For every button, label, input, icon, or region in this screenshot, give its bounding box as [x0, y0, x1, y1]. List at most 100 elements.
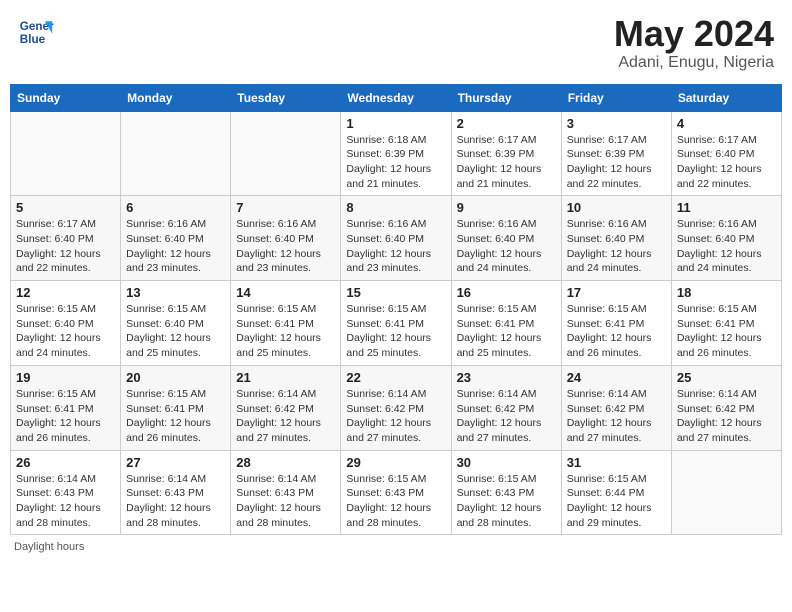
- table-row: [671, 450, 781, 535]
- table-row: 29Sunrise: 6:15 AM Sunset: 6:43 PM Dayli…: [341, 450, 451, 535]
- day-info: Sunrise: 6:17 AM Sunset: 6:40 PM Dayligh…: [677, 133, 776, 192]
- day-number: 15: [346, 285, 445, 300]
- table-row: 15 Sunrise: 6:15 AM Sunset: 6:41 PM Dayli…: [341, 281, 451, 366]
- day-info: Sunrise: 6:14 AM Sunset: 6:42 PM Dayligh…: [346, 387, 445, 446]
- day-number: 13: [126, 285, 225, 300]
- day-number: 16: [457, 285, 556, 300]
- calendar-week-row: 1 Sunrise: 6:18 AM Sunset: 6:39 PM Daylig…: [11, 111, 782, 196]
- table-row: [11, 111, 121, 196]
- table-row: 5 Sunrise: 6:17 AM Sunset: 6:40 PM Daylig…: [11, 196, 121, 281]
- table-row: 11Sunrise: 6:16 AM Sunset: 6:40 PM Dayli…: [671, 196, 781, 281]
- col-monday: Monday: [121, 84, 231, 111]
- day-number: 9: [457, 200, 556, 215]
- day-info: Sunrise: 6:14 AM Sunset: 6:43 PM Dayligh…: [236, 472, 335, 531]
- day-info: Sunrise: 6:14 AM Sunset: 6:42 PM Dayligh…: [677, 387, 776, 446]
- table-row: 1 Sunrise: 6:18 AM Sunset: 6:39 PM Daylig…: [341, 111, 451, 196]
- day-info: Sunrise: 6:17 AM Sunset: 6:39 PM Dayligh…: [567, 133, 666, 192]
- table-row: 18Sunrise: 6:15 AM Sunset: 6:41 PM Dayli…: [671, 281, 781, 366]
- col-wednesday: Wednesday: [341, 84, 451, 111]
- day-number: 24: [567, 370, 666, 385]
- table-row: 10 Sunrise: 6:16 AM Sunset: 6:40 PM Dayli…: [561, 196, 671, 281]
- day-number: 11: [677, 200, 776, 215]
- svg-text:Blue: Blue: [20, 33, 46, 46]
- day-number: 5: [16, 200, 115, 215]
- table-row: 3 Sunrise: 6:17 AM Sunset: 6:39 PM Daylig…: [561, 111, 671, 196]
- table-row: 7 Sunrise: 6:16 AM Sunset: 6:40 PM Daylig…: [231, 196, 341, 281]
- day-number: 4: [677, 116, 776, 131]
- day-info: Sunrise: 6:15 AM Sunset: 6:40 PM Dayligh…: [126, 302, 225, 361]
- table-row: 30Sunrise: 6:15 AM Sunset: 6:43 PM Dayli…: [451, 450, 561, 535]
- day-number: 28: [236, 455, 335, 470]
- table-row: 14 Sunrise: 6:15 AM Sunset: 6:41 PM Dayli…: [231, 281, 341, 366]
- day-number: 19: [16, 370, 115, 385]
- table-row: 16 Sunrise: 6:15 AM Sunset: 6:41 PM Dayli…: [451, 281, 561, 366]
- day-number: 30: [457, 455, 556, 470]
- day-info: Sunrise: 6:16 AM Sunset: 6:40 PM Dayligh…: [236, 217, 335, 276]
- header-row: Sunday Monday Tuesday Wednesday Thursday…: [11, 84, 782, 111]
- table-row: 26 Sunrise: 6:14 AM Sunset: 6:43 PM Dayli…: [11, 450, 121, 535]
- day-number: 21: [236, 370, 335, 385]
- day-number: 23: [457, 370, 556, 385]
- table-row: 22 Sunrise: 6:14 AM Sunset: 6:42 PM Dayli…: [341, 365, 451, 450]
- table-row: 28 Sunrise: 6:14 AM Sunset: 6:43 PM Dayli…: [231, 450, 341, 535]
- day-info: Sunrise: 6:15 AM Sunset: 6:41 PM Dayligh…: [126, 387, 225, 446]
- day-info: Sunrise: 6:16 AM Sunset: 6:40 PM Dayligh…: [126, 217, 225, 276]
- table-row: 17 Sunrise: 6:15 AM Sunset: 6:41 PM Dayli…: [561, 281, 671, 366]
- table-row: 6 Sunrise: 6:16 AM Sunset: 6:40 PM Daylig…: [121, 196, 231, 281]
- day-info: Sunrise: 6:15 AM Sunset: 6:41 PM Dayligh…: [457, 302, 556, 361]
- table-row: 12 Sunrise: 6:15 AM Sunset: 6:40 PM Dayli…: [11, 281, 121, 366]
- day-info: Sunrise: 6:15 AM Sunset: 6:40 PM Dayligh…: [16, 302, 115, 361]
- day-number: 26: [16, 455, 115, 470]
- day-info: Sunrise: 6:18 AM Sunset: 6:39 PM Dayligh…: [346, 133, 445, 192]
- day-number: 3: [567, 116, 666, 131]
- day-info: Sunrise: 6:16 AM Sunset: 6:40 PM Dayligh…: [457, 217, 556, 276]
- day-info: Sunrise: 6:16 AM Sunset: 6:40 PM Dayligh…: [567, 217, 666, 276]
- day-info: Sunrise: 6:15 AM Sunset: 6:41 PM Dayligh…: [236, 302, 335, 361]
- table-row: [231, 111, 341, 196]
- calendar-week-row: 19 Sunrise: 6:15 AM Sunset: 6:41 PM Dayli…: [11, 365, 782, 450]
- col-sunday: Sunday: [11, 84, 121, 111]
- day-number: 1: [346, 116, 445, 131]
- day-info: Sunrise: 6:17 AM Sunset: 6:40 PM Dayligh…: [16, 217, 115, 276]
- title-block: May 2024 Adani, Enugu, Nigeria: [614, 14, 774, 72]
- col-friday: Friday: [561, 84, 671, 111]
- day-number: 2: [457, 116, 556, 131]
- day-info: Sunrise: 6:15 AM Sunset: 6:41 PM Dayligh…: [567, 302, 666, 361]
- col-saturday: Saturday: [671, 84, 781, 111]
- table-row: 23 Sunrise: 6:14 AM Sunset: 6:42 PM Dayli…: [451, 365, 561, 450]
- table-row: [121, 111, 231, 196]
- footer: Daylight hours: [10, 541, 782, 553]
- day-number: 12: [16, 285, 115, 300]
- table-row: 24Sunrise: 6:14 AM Sunset: 6:42 PM Dayli…: [561, 365, 671, 450]
- day-info: Sunrise: 6:15 AM Sunset: 6:41 PM Dayligh…: [16, 387, 115, 446]
- table-row: 21 Sunrise: 6:14 AM Sunset: 6:42 PM Dayli…: [231, 365, 341, 450]
- day-info: Sunrise: 6:15 AM Sunset: 6:41 PM Dayligh…: [677, 302, 776, 361]
- calendar-title: May 2024: [614, 14, 774, 54]
- day-info: Sunrise: 6:14 AM Sunset: 6:43 PM Dayligh…: [16, 472, 115, 531]
- calendar-subtitle: Adani, Enugu, Nigeria: [614, 54, 774, 72]
- day-number: 10: [567, 200, 666, 215]
- day-info: Sunrise: 6:15 AM Sunset: 6:43 PM Dayligh…: [346, 472, 445, 531]
- day-number: 7: [236, 200, 335, 215]
- calendar-table: Sunday Monday Tuesday Wednesday Thursday…: [10, 84, 782, 536]
- day-info: Sunrise: 6:17 AM Sunset: 6:39 PM Dayligh…: [457, 133, 556, 192]
- day-number: 27: [126, 455, 225, 470]
- table-row: 27Sunrise: 6:14 AM Sunset: 6:43 PM Dayli…: [121, 450, 231, 535]
- day-number: 17: [567, 285, 666, 300]
- page-header: General Blue May 2024 Adani, Enugu, Nige…: [10, 10, 782, 76]
- day-number: 14: [236, 285, 335, 300]
- col-thursday: Thursday: [451, 84, 561, 111]
- day-number: 25: [677, 370, 776, 385]
- col-tuesday: Tuesday: [231, 84, 341, 111]
- table-row: 31Sunrise: 6:15 AM Sunset: 6:44 PM Dayli…: [561, 450, 671, 535]
- day-info: Sunrise: 6:15 AM Sunset: 6:41 PM Dayligh…: [346, 302, 445, 361]
- day-number: 22: [346, 370, 445, 385]
- day-info: Sunrise: 6:14 AM Sunset: 6:42 PM Dayligh…: [236, 387, 335, 446]
- day-number: 20: [126, 370, 225, 385]
- calendar-week-row: 5 Sunrise: 6:17 AM Sunset: 6:40 PM Daylig…: [11, 196, 782, 281]
- table-row: 2 Sunrise: 6:17 AM Sunset: 6:39 PM Daylig…: [451, 111, 561, 196]
- day-number: 6: [126, 200, 225, 215]
- calendar-week-row: 26 Sunrise: 6:14 AM Sunset: 6:43 PM Dayli…: [11, 450, 782, 535]
- calendar-week-row: 12 Sunrise: 6:15 AM Sunset: 6:40 PM Dayli…: [11, 281, 782, 366]
- day-info: Sunrise: 6:14 AM Sunset: 6:42 PM Dayligh…: [457, 387, 556, 446]
